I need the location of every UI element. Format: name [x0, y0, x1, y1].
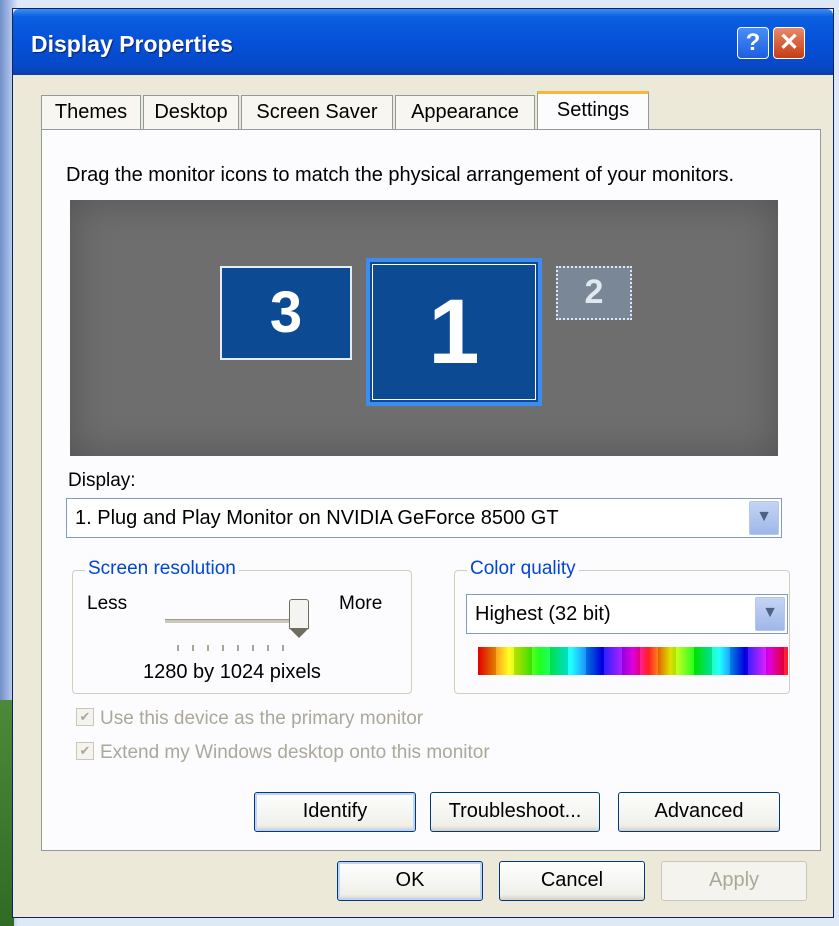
- monitor-2-icon[interactable]: 2: [556, 266, 632, 320]
- color-quality-legend: Color quality: [467, 558, 579, 580]
- display-select-value: 1. Plug and Play Monitor on NVIDIA GeFor…: [75, 507, 559, 529]
- settings-panel: Drag the monitor icons to match the phys…: [41, 129, 821, 851]
- help-button[interactable]: ?: [737, 27, 769, 59]
- resolution-value: 1280 by 1024 pixels: [143, 661, 321, 683]
- chevron-down-icon[interactable]: ▼: [749, 501, 779, 535]
- tab-themes[interactable]: Themes: [41, 95, 141, 129]
- selection-border: [372, 264, 536, 400]
- color-quality-select[interactable]: Highest (32 bit) ▼: [466, 594, 788, 634]
- tab-settings[interactable]: Settings: [537, 91, 649, 131]
- resolution-slider-thumb-tip: [289, 628, 309, 638]
- monitor-2-number: 2: [584, 273, 604, 311]
- instruction-text: Drag the monitor icons to match the phys…: [66, 164, 735, 186]
- resolution-slider-track[interactable]: [165, 619, 297, 623]
- ok-button[interactable]: OK: [337, 861, 483, 901]
- window-title: Display Properties: [31, 31, 233, 57]
- display-select[interactable]: 1. Plug and Play Monitor on NVIDIA GeFor…: [66, 498, 782, 538]
- color-quality-select-value: Highest (32 bit): [475, 603, 611, 625]
- troubleshoot-button[interactable]: Troubleshoot...: [430, 792, 600, 832]
- slider-less-label: Less: [87, 593, 128, 614]
- identify-button[interactable]: Identify: [254, 792, 416, 832]
- tab-appearance[interactable]: Appearance: [395, 95, 535, 129]
- slider-more-label: More: [339, 593, 383, 614]
- tab-screen-saver[interactable]: Screen Saver: [241, 95, 393, 129]
- primary-monitor-label: Use this device as the primary monitor: [100, 708, 424, 729]
- resolution-slider-thumb[interactable]: [289, 599, 309, 629]
- monitor-arrangement-area: 3 1 2: [70, 200, 778, 456]
- extend-desktop-label: Extend my Windows desktop onto this moni…: [100, 742, 490, 763]
- monitor-3-number: 3: [269, 280, 303, 345]
- checkmark-icon: ✔: [76, 741, 94, 760]
- display-properties-window: Display Properties ? ✕ Themes Desktop Sc…: [12, 8, 834, 918]
- display-label: Display:: [68, 470, 136, 491]
- advanced-button[interactable]: Advanced: [618, 792, 780, 832]
- close-button[interactable]: ✕: [773, 27, 805, 59]
- resolution-slider-ticks: [177, 645, 297, 651]
- color-spectrum-shading: [478, 647, 788, 675]
- chevron-down-icon[interactable]: ▼: [755, 597, 785, 631]
- help-icon: ?: [745, 29, 761, 56]
- title-bar[interactable]: Display Properties ? ✕: [13, 9, 833, 75]
- screen-resolution-legend: Screen resolution: [85, 558, 239, 580]
- checkmark-icon: ✔: [76, 707, 94, 726]
- screen-resolution-group: Screen resolution Less More 1280 by 1024…: [72, 558, 412, 694]
- tab-desktop[interactable]: Desktop: [143, 95, 239, 129]
- apply-button[interactable]: Apply: [661, 861, 807, 901]
- extend-desktop-checkbox[interactable]: ✔ Extend my Windows desktop onto this mon…: [76, 741, 490, 764]
- primary-monitor-checkbox[interactable]: ✔ Use this device as the primary monitor: [76, 707, 424, 730]
- cancel-button[interactable]: Cancel: [499, 861, 645, 901]
- monitor-3-icon[interactable]: 3: [220, 266, 352, 360]
- close-icon: ✕: [778, 29, 800, 56]
- monitor-1-icon[interactable]: 1: [366, 258, 542, 406]
